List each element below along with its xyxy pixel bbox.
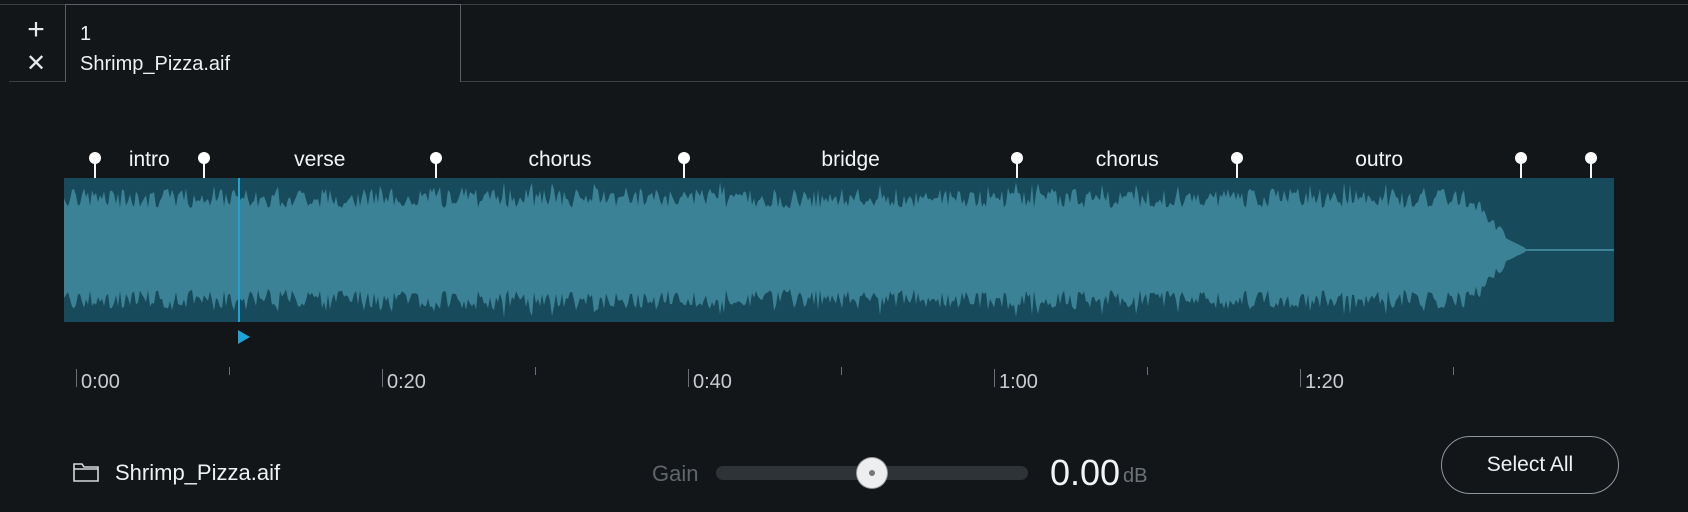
marker-handle[interactable]	[1584, 152, 1597, 164]
marker-handle[interactable]	[678, 152, 690, 164]
ruler-minor-tick	[841, 367, 842, 375]
add-tab-button[interactable]: +	[21, 15, 51, 45]
playhead-handle-icon[interactable]	[237, 330, 250, 344]
ruler-major-tick	[382, 369, 383, 387]
ruler-time-label: 1:20	[1305, 371, 1344, 393]
waveform-shape	[64, 182, 1614, 318]
marker-handle[interactable]	[1011, 152, 1024, 164]
ruler-minor-tick	[1147, 367, 1148, 375]
ruler-time-label: 0:00	[81, 371, 120, 393]
ruler-time-label: 1:00	[999, 371, 1038, 393]
segment-label-verse[interactable]: verse	[294, 148, 345, 172]
marker-handle[interactable]	[197, 152, 210, 164]
gain-value: 0.00	[1050, 452, 1121, 493]
segment-labels: intro verse chorus bridge chorus outro	[0, 140, 1688, 180]
marker-handle[interactable]	[1231, 152, 1244, 164]
segment-label-outro[interactable]: outro	[1355, 148, 1403, 172]
ruler-major-tick	[1300, 369, 1301, 387]
marker-handle[interactable]	[1515, 152, 1527, 164]
ruler-time-label: 0:40	[693, 371, 732, 393]
gain-label: Gain	[652, 461, 699, 486]
footer-filename: Shrimp_Pizza.aif	[115, 460, 281, 485]
segment-label-chorus[interactable]: chorus	[1096, 148, 1159, 172]
segment-label-intro[interactable]: intro	[129, 148, 170, 172]
tab-number: 1	[80, 23, 92, 45]
gain-unit: dB	[1123, 465, 1148, 487]
playhead-line[interactable]	[237, 178, 240, 322]
tab-controls: + ✕	[9, 5, 66, 81]
segment-label-bridge[interactable]: bridge	[821, 148, 879, 172]
close-tab-button[interactable]: ✕	[21, 49, 51, 79]
segment-label-chorus[interactable]: chorus	[528, 148, 591, 172]
select-all-button[interactable]: Select All	[1441, 436, 1619, 494]
tab-active[interactable]: 1 Shrimp_Pizza.aif	[65, 4, 461, 82]
waveform[interactable]	[64, 178, 1614, 322]
tab-filename: Shrimp_Pizza.aif	[80, 53, 231, 75]
gain-slider-knob[interactable]	[857, 458, 887, 488]
folder-icon[interactable]	[73, 462, 99, 482]
ruler-major-tick	[688, 369, 689, 387]
ruler-major-tick	[76, 369, 77, 387]
waveform-fill	[64, 182, 1614, 318]
marker-handle[interactable]	[89, 152, 101, 164]
ruler-minor-tick	[229, 367, 230, 375]
gain-slider[interactable]	[716, 458, 1028, 488]
tab-baseline	[461, 81, 1688, 82]
marker-handle[interactable]	[430, 152, 442, 164]
tab-baseline-left	[9, 81, 65, 82]
time-ruler: 0:00 0:20 0:40 1:00 1:20	[0, 365, 1688, 395]
ruler-minor-tick	[1453, 367, 1454, 375]
ruler-time-label: 0:20	[387, 371, 426, 393]
ruler-minor-tick	[535, 367, 536, 375]
ruler-major-tick	[994, 369, 995, 387]
